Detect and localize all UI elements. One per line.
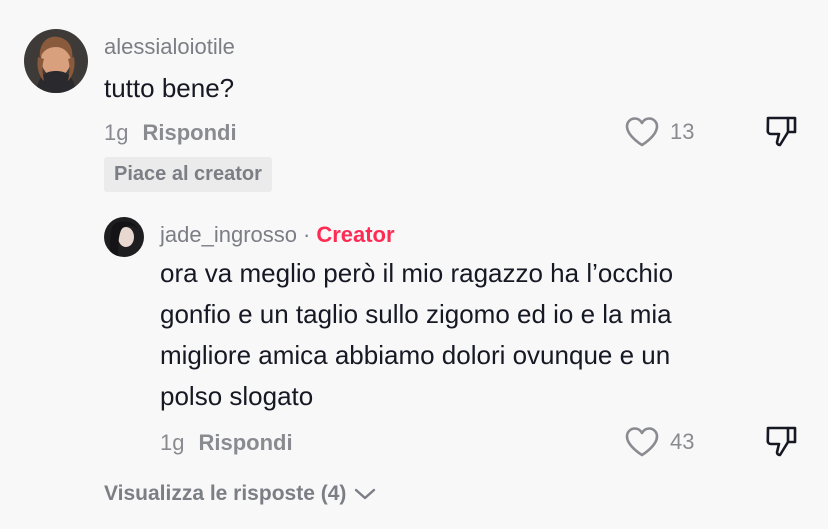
comment-thread: alessialoiotile tutto bene? 1g Rispondi 1… xyxy=(0,0,828,529)
reply-username[interactable]: jade_ingrosso xyxy=(160,222,297,247)
view-replies-label: Visualizza le risposte (4) xyxy=(104,482,347,505)
reply-username-line: jade_ingrosso · Creator xyxy=(160,222,395,248)
dislike-button[interactable] xyxy=(764,114,798,153)
comment-username[interactable]: alessialoiotile xyxy=(104,34,235,60)
reply-avatar[interactable] xyxy=(104,217,144,257)
heart-icon xyxy=(625,427,659,457)
creator-tag: Creator xyxy=(316,222,395,247)
reply-time: 1g xyxy=(160,430,185,455)
reply-dislike-button[interactable] xyxy=(764,424,798,463)
comment-meta: 1g Rispondi xyxy=(104,120,237,146)
reply-text: ora va meglio però il mio ragazzo ha l’o… xyxy=(160,258,674,411)
heart-icon xyxy=(625,117,659,147)
reply-button[interactable]: Rispondi xyxy=(142,120,236,145)
like-button[interactable]: 13 xyxy=(624,116,694,148)
reply-like-button[interactable]: 43 xyxy=(624,426,694,458)
chevron-down-icon xyxy=(355,488,376,500)
avatar[interactable] xyxy=(24,29,88,93)
thumbs-down-icon xyxy=(766,426,797,457)
view-replies-button[interactable]: Visualizza le risposte (4) xyxy=(104,482,376,506)
separator-dot: · xyxy=(302,222,311,247)
comment-text: tutto bene? xyxy=(104,73,235,103)
comment-time: 1g xyxy=(104,120,129,145)
liked-by-creator-badge: Piace al creator xyxy=(104,157,272,192)
like-count: 13 xyxy=(670,119,695,144)
thumbs-down-icon xyxy=(766,116,797,147)
reply-reply-button[interactable]: Rispondi xyxy=(198,430,292,455)
reply-meta: 1g Rispondi xyxy=(160,430,293,456)
reply-like-count: 43 xyxy=(670,429,695,454)
